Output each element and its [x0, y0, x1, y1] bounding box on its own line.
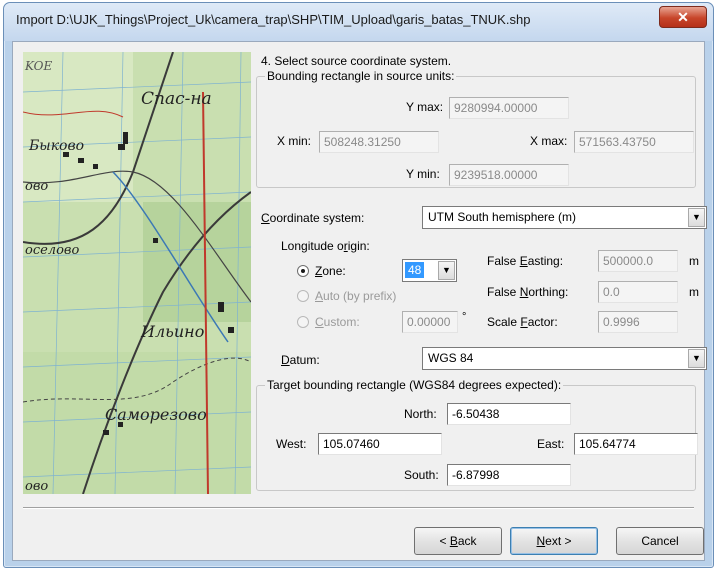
chevron-down-icon[interactable]: ▼: [438, 261, 455, 280]
topographic-map: Спас-на Быково ово оселово Ильино Саморе…: [23, 52, 251, 494]
west-field[interactable]: 105.07460: [318, 433, 442, 455]
south-label: South:: [404, 468, 439, 482]
auto-label: Auto (by prefix): [315, 289, 397, 303]
datum-value: WGS 84: [428, 351, 474, 365]
import-dialog-window: Import D:\UJK_Things\Project_Uk\camera_t…: [3, 2, 714, 568]
zone-select[interactable]: 48 ▼: [402, 259, 457, 282]
cancel-button[interactable]: Cancel: [616, 527, 704, 555]
false-northing-unit: m: [689, 285, 699, 299]
map-label: Саморезово: [105, 405, 207, 424]
west-label: West:: [276, 437, 307, 451]
next-button[interactable]: Next >: [510, 527, 598, 555]
footer-separator: [23, 507, 694, 509]
map-label: Ильино: [140, 322, 204, 341]
false-easting-field[interactable]: 500000.0: [598, 250, 678, 272]
custom-radio[interactable]: [297, 316, 309, 328]
custom-longitude-field[interactable]: 0.00000: [402, 311, 458, 333]
map-label: ово: [25, 479, 48, 494]
close-button[interactable]: ✕: [659, 6, 707, 28]
map-label: ово: [25, 179, 48, 194]
map-preview-image: Спас-на Быково ово оселово Ильино Саморе…: [23, 52, 251, 494]
zone-label: Zone:: [315, 264, 346, 278]
south-field[interactable]: -6.87998: [447, 464, 571, 486]
xmin-label: X min:: [277, 134, 312, 148]
chevron-down-icon[interactable]: ▼: [688, 208, 705, 227]
close-icon: ✕: [677, 9, 689, 25]
scale-factor-field[interactable]: 0.9996: [598, 311, 678, 333]
xmax-label: X max:: [530, 134, 568, 148]
map-label: Спас-на: [141, 89, 212, 109]
coordinate-system-value: UTM South hemisphere (m): [428, 210, 577, 224]
dialog-body: Спас-на Быково ово оселово Ильино Саморе…: [12, 41, 707, 561]
datum-select[interactable]: WGS 84 ▼: [422, 347, 707, 370]
east-field[interactable]: 105.64774: [574, 433, 698, 455]
ymax-label: Y max:: [406, 100, 444, 114]
east-label: East:: [537, 437, 565, 451]
auto-radio[interactable]: [297, 290, 309, 302]
false-easting-label: False Easting:: [487, 254, 564, 268]
false-easting-unit: m: [689, 254, 699, 268]
zone-value: 48: [405, 262, 425, 278]
xmin-field[interactable]: 508248.31250: [319, 131, 439, 153]
window-title: Import D:\UJK_Things\Project_Uk\camera_t…: [16, 12, 531, 27]
chevron-down-icon[interactable]: ▼: [688, 349, 705, 368]
map-label: оселово: [25, 243, 79, 258]
datum-label: Datum:: [281, 353, 320, 367]
custom-label: Custom:: [315, 315, 360, 329]
map-label: KOE: [24, 59, 52, 73]
coordinate-system-label: Coordinate system:: [261, 211, 365, 225]
north-label: North:: [404, 407, 437, 421]
north-field[interactable]: -6.50438: [447, 403, 571, 425]
coordinate-system-select[interactable]: UTM South hemisphere (m) ▼: [422, 206, 707, 229]
false-northing-label: False Northing:: [487, 285, 569, 299]
back-button[interactable]: < Back: [414, 527, 502, 555]
degree-unit: °: [462, 311, 467, 323]
map-label: Быково: [28, 138, 84, 154]
step-heading: 4. Select source coordinate system.: [261, 54, 452, 68]
ymax-field[interactable]: 9280994.00000: [449, 97, 569, 119]
scale-factor-label: Scale Factor:: [487, 315, 558, 329]
longitude-origin-label: Longitude origin:: [281, 239, 370, 253]
zone-radio[interactable]: [297, 265, 309, 277]
false-northing-field[interactable]: 0.0: [598, 281, 678, 303]
source-bbox-title: Bounding rectangle in source units:: [265, 69, 457, 83]
ymin-field[interactable]: 9239518.00000: [449, 164, 569, 186]
xmax-field[interactable]: 571563.43750: [574, 131, 694, 153]
target-bbox-title: Target bounding rectangle (WGS84 degrees…: [265, 378, 564, 392]
ymin-label: Y min:: [406, 167, 440, 181]
title-bar[interactable]: Import D:\UJK_Things\Project_Uk\camera_t…: [4, 3, 713, 41]
